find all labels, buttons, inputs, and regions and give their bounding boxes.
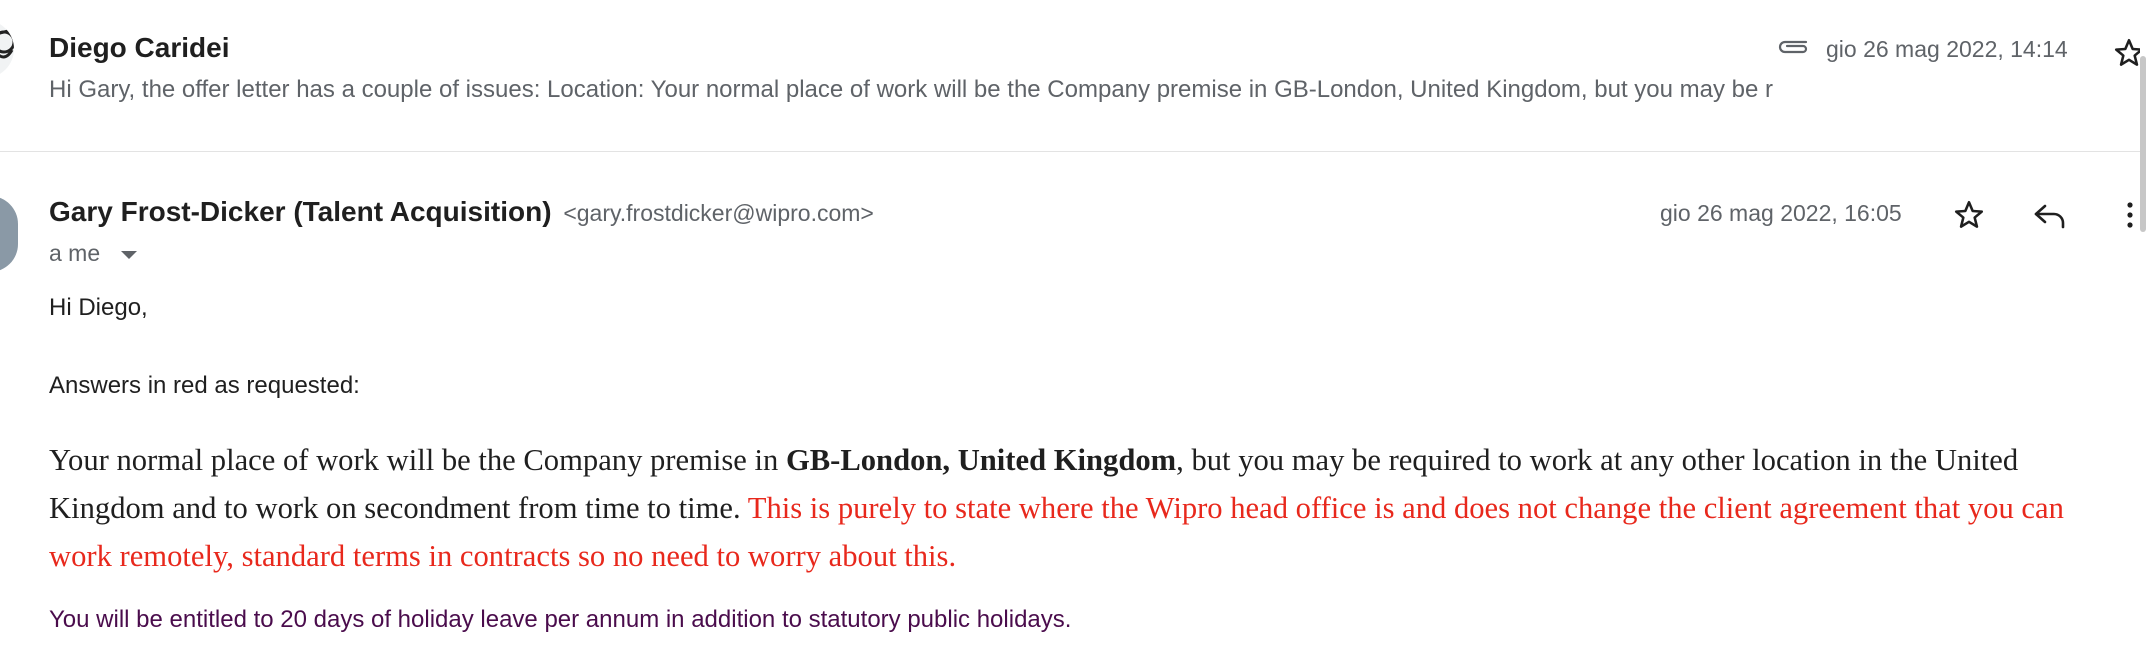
email-intro-line: Answers in red as requested: [49,372,360,399]
email-greeting: Hi Diego, [49,294,148,321]
message-divider [0,151,2140,152]
location-text: Your normal place of work will be the Co… [49,443,786,477]
caret-down-icon[interactable] [120,250,137,259]
message-date: gio 26 mag 2022, 16:05 [1660,200,1902,226]
collapsed-message[interactable]: Diego Caridei Hi Gary, the offer letter … [0,0,2146,152]
avatar [0,20,14,78]
avatar [0,196,18,272]
paperclip-icon [1778,40,1808,54]
sender-email: <gary.frostdicker@wipro.com> [563,200,874,226]
message-date: gio 26 mag 2022, 14:14 [1826,36,2068,62]
recipients-dropdown[interactable]: a me [49,240,137,267]
email-paragraph-location: Your normal place of work will be the Co… [49,436,2129,580]
reply-icon[interactable] [2032,200,2068,232]
message-snippet: Hi Gary, the offer letter has a couple o… [49,76,1774,103]
sender-line: Gary Frost-Dicker (Talent Acquisition) <… [49,196,874,228]
scrollbar-thumb[interactable] [2140,56,2146,232]
avatar-image [0,28,14,59]
email-paragraph-holiday: You will be entitled to 20 days of holid… [49,606,1072,633]
star-icon[interactable] [1952,198,1986,232]
recipients-label: a me [49,240,101,266]
sender-name: Gary Frost-Dicker (Talent Acquisition) [49,196,552,227]
location-bold: GB-London, United Kingdom [785,443,1177,477]
email-thread: Diego Caridei Hi Gary, the offer letter … [0,0,2146,660]
more-vert-icon[interactable] [2120,198,2140,232]
sender-name: Diego Caridei [49,32,230,63]
